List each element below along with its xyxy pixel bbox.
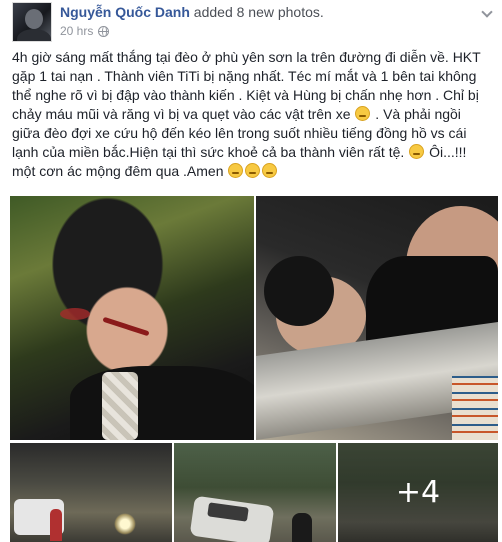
globe-icon[interactable] (98, 25, 110, 37)
sad-emoji-icon (262, 163, 278, 178)
post-subline: 20 hrs (60, 23, 110, 39)
photo-4-person (292, 513, 312, 542)
post-header: Nguyễn Quốc Danh added 8 new photos. 20 … (12, 2, 492, 42)
more-photos-count[interactable]: +4 (338, 443, 498, 542)
author-name[interactable]: Nguyễn Quốc Danh (60, 4, 190, 20)
photo-1-bag (102, 372, 138, 440)
photo-5-more[interactable]: +4 (338, 443, 498, 542)
photo-2[interactable] (256, 196, 498, 440)
photo-1-scratch (102, 316, 150, 337)
crying-emoji-icon (409, 144, 425, 159)
photo-3[interactable] (10, 443, 172, 542)
photo-3-light (114, 513, 136, 535)
photo-3-person (50, 509, 62, 541)
photo-2-hair (264, 256, 334, 326)
photo-2-pillow (452, 376, 498, 440)
post-meta: Nguyễn Quốc Danh added 8 new photos. (60, 3, 324, 21)
photo-1-wound (60, 308, 90, 320)
sad-emoji-icon (245, 163, 261, 178)
avatar[interactable] (12, 2, 52, 42)
photo-1[interactable] (10, 196, 254, 440)
photo-1-shirt (70, 366, 254, 440)
chevron-down-icon[interactable] (482, 8, 492, 18)
sad-emoji-icon (228, 163, 244, 178)
avatar-shoulder (17, 29, 51, 41)
post-body: 4h giờ sáng mất thắng tại đèo ở phù yên … (12, 48, 488, 181)
sad-emoji-icon (355, 106, 371, 121)
avatar-head (25, 9, 43, 29)
post-timestamp[interactable]: 20 hrs (60, 23, 93, 39)
post-action: added 8 new photos. (189, 4, 324, 20)
photo-4[interactable] (174, 443, 336, 542)
